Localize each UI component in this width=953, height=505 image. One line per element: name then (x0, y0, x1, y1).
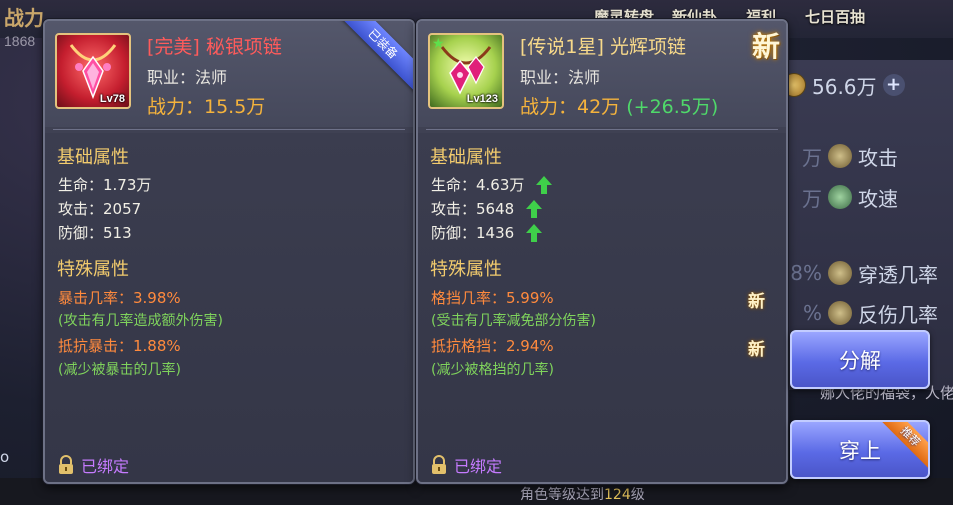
item-job: 职业：法师 (520, 68, 601, 87)
plus-icon[interactable]: + (882, 74, 905, 96)
stat-label: 防御：513 (58, 224, 132, 242)
special-stat-desc: (攻击有几率造成额外伤害) (58, 313, 223, 329)
stat-label: 攻速 (858, 186, 898, 211)
special-attributes-heading: 特殊属性 (57, 259, 129, 280)
special-stat: 暴击几率：3.98% (58, 289, 181, 307)
special-stat: 抵抗暴击：1.88% (58, 337, 181, 355)
special-stat: 抵抗格挡：2.94% (431, 337, 554, 355)
new-stat-badge: 新 (748, 292, 765, 312)
stat-row-attack: 万 攻击 (782, 141, 953, 171)
speed-icon (828, 185, 852, 209)
stat-row-penetration: 8% 穿透几率 (782, 258, 953, 288)
new-stat-badge: 新 (748, 340, 765, 360)
stat-defense: 防御：513 (58, 222, 132, 243)
item-power: 战力：15.5万 (147, 96, 266, 118)
level-text-suffix: 级 (630, 487, 645, 503)
currency-row: 56.6万 + (782, 70, 953, 100)
divider (426, 129, 778, 130)
stat-label: 穿透几率 (858, 262, 938, 287)
base-attributes-heading: 基础属性 (57, 147, 129, 168)
star-icon: ★ (432, 36, 445, 52)
necklace-icon: ★ Lv123 (428, 33, 504, 109)
stat-value: 8% (790, 261, 822, 285)
item-level: Lv78 (99, 93, 125, 105)
special-stat: 格挡几率：5.99% (431, 289, 554, 307)
bound-label: 已绑定 (454, 457, 503, 476)
item-power: 战力：42万 (+26.5万) (520, 92, 718, 119)
stat-row-speed: 万 攻速 (782, 182, 953, 212)
stat-label: 攻击：5648 (431, 200, 515, 218)
up-arrow-icon (526, 223, 543, 242)
stat-hp: 生命：1.73万 (58, 174, 151, 195)
bound-status: 已绑定 (430, 453, 502, 477)
bound-status: 已绑定 (57, 453, 129, 477)
stat-hp: 生命：4.63万 (431, 174, 553, 195)
pierce-icon (828, 261, 852, 285)
new-item-badge: 新 (751, 30, 780, 63)
stat-label: 生命：4.63万 (431, 176, 525, 194)
lock-icon (432, 455, 446, 474)
decompose-button[interactable]: 分解 (790, 330, 930, 389)
necklace-icon: Lv78 (55, 33, 131, 109)
item-level: Lv123 (466, 93, 498, 105)
level-text-value: 124 (604, 487, 631, 503)
new-item-tooltip: ★ Lv123 [传说1星] 光辉项链 职业：法师 战力：42万 (+26.5万… (416, 19, 788, 484)
stat-label: 反伤几率 (858, 302, 938, 327)
item-title: [传说1星] 光辉项链 (520, 36, 686, 58)
stat-attack: 攻击：2057 (58, 198, 141, 219)
level-text-prefix: 角色等级达到 (520, 487, 604, 503)
special-stat-desc: (减少被暴击的几率) (58, 362, 181, 378)
equipped-item-tooltip: Lv78 [完美] 秘银项链 职业：法师 战力：15.5万 已装备 基础属性 生… (43, 19, 415, 484)
stat-label: 攻击：2057 (58, 200, 142, 218)
equip-label: 穿上 (839, 438, 881, 463)
stat-label: 攻击 (858, 145, 898, 170)
power-title: 战力 (4, 8, 44, 30)
power-gain: (+26.5万) (626, 96, 719, 118)
up-arrow-icon (526, 199, 543, 218)
divider (53, 129, 405, 130)
recommend-badge: 推荐 (875, 422, 928, 472)
tab-seven-day[interactable]: 七日百抽 (805, 6, 865, 27)
base-attributes-heading: 基础属性 (430, 147, 502, 168)
reflect-icon (828, 301, 852, 325)
up-arrow-icon (536, 175, 553, 194)
stat-attack: 攻击：5648 (431, 198, 543, 219)
bound-label: 已绑定 (81, 457, 130, 476)
lock-icon (59, 455, 73, 474)
stat-value: % (802, 301, 822, 325)
item-title: [完美] 秘银项链 (147, 36, 282, 58)
equip-button[interactable]: 穿上 推荐 (790, 420, 930, 479)
special-attributes-heading: 特殊属性 (430, 259, 502, 280)
special-stat-desc: (受击有几率减免部分伤害) (431, 313, 596, 329)
currency-value: 56.6万 (812, 74, 877, 99)
level-requirement-text: 角色等级达到124级 (520, 484, 645, 504)
stat-value: 万 (802, 186, 822, 211)
stat-value: 万 (802, 145, 822, 170)
stat-label: 生命：1.73万 (58, 176, 152, 194)
stat-label: 防御：1436 (431, 224, 515, 242)
power-value: 战力：42万 (520, 96, 621, 118)
stat-row-reflect: % 反伤几率 (782, 298, 953, 328)
left-edge-text: o (0, 448, 10, 466)
stat-defense: 防御：1436 (431, 222, 543, 243)
sword-icon (828, 144, 852, 168)
item-job: 职业：法师 (147, 68, 228, 87)
special-stat-desc: (减少被格挡的几率) (431, 362, 554, 378)
